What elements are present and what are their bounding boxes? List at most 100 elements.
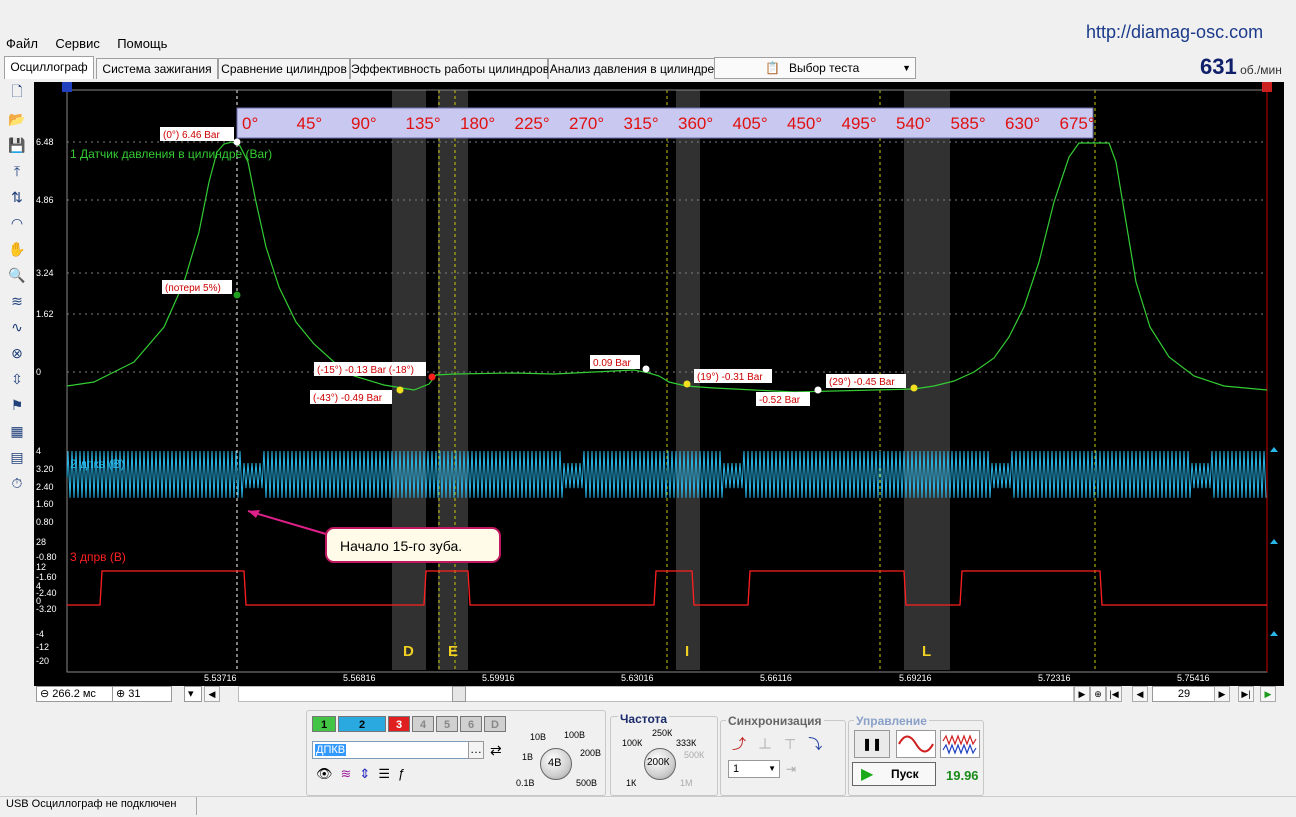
marker-letter: L [922, 643, 931, 660]
tab-cylinder-compare[interactable]: Сравнение цилиндров [218, 58, 350, 79]
marker-icon[interactable]: ⊗ [6, 342, 28, 364]
angle-scale-label: 0° [242, 114, 258, 133]
time-scrollbar-thumb[interactable] [452, 686, 466, 702]
menu-help[interactable]: Помощь [117, 36, 167, 51]
test-select[interactable]: 📋 Выбор теста ▼ [714, 57, 916, 79]
channel-2-button[interactable]: 2 [338, 716, 386, 732]
channel-browse-button[interactable]: … [468, 741, 484, 759]
menu-file[interactable]: Файл [6, 36, 38, 51]
frame-number[interactable]: 29 [1152, 686, 1216, 702]
channel-marker-right [1262, 82, 1272, 92]
chevron-down-icon: ▼ [768, 764, 776, 773]
single-wave-button[interactable] [896, 730, 936, 758]
scale-arrows-icon[interactable]: ⇕ [359, 766, 378, 781]
sync-rising-icon[interactable]: ⤴ [732, 736, 758, 752]
oscilloscope-plot[interactable]: 6.48 4.86 3.24 1.62 0 4 3.20 2.40 1.60 0.80 28 -0.8… [34, 82, 1284, 686]
channel-name-input[interactable]: ДПКВ [312, 741, 484, 759]
formula-icon[interactable]: ƒ [398, 766, 413, 781]
sync-up-icon[interactable]: ⊥ [758, 736, 784, 752]
last-frame-button[interactable]: ▶| [1238, 686, 1254, 702]
start-button[interactable]: ▶ Пуск [852, 762, 936, 786]
scroll-left-button[interactable]: ◀ [204, 686, 220, 702]
channel-name-value: ДПКВ [315, 744, 347, 756]
filter-wave-icon[interactable]: ≋ [341, 766, 360, 781]
angle-scale-label: 180° [460, 114, 495, 133]
channel-2-label: 2 дпкв (В) [70, 457, 124, 471]
zoom-icon[interactable]: 🔍 [6, 264, 28, 286]
tab-pressure-analysis[interactable]: Анализ давления в цилиндре [548, 58, 716, 79]
open-folder-icon[interactable]: 📂 [6, 108, 28, 130]
plus-icon[interactable]: ⊕ [116, 688, 125, 700]
angle-scale-label: 675° [1060, 114, 1095, 133]
tab-oscilloscope[interactable]: Осциллограф [4, 56, 94, 79]
filter-icon[interactable]: ≋ [6, 290, 28, 312]
y-axis-label: 1.62 [36, 309, 54, 319]
y-axis-label: -3.20 [36, 604, 57, 614]
color-settings-icon[interactable]: ⚑ [6, 394, 28, 416]
site-url[interactable]: http://diamag-osc.com [1086, 22, 1263, 43]
align-icon[interactable]: ⇳ [6, 368, 28, 390]
angle-scale-label: 450° [787, 114, 822, 133]
x-axis-label: 5.75416 [1177, 673, 1210, 683]
measure-point [910, 384, 918, 392]
tab-cylinder-efficiency[interactable]: Эффективность работы цилиндров [350, 58, 549, 79]
channel-d-button[interactable]: D [484, 716, 506, 732]
prev-frame-button[interactable]: ◀ [1132, 686, 1148, 702]
channel-6-button[interactable]: 6 [460, 716, 482, 732]
pressure-analysis-icon[interactable]: ◠ [6, 212, 28, 234]
tab-ignition[interactable]: Система зажигания [96, 58, 218, 79]
y-axis-label: 6.48 [36, 137, 54, 147]
y-axis-label: -0.80 [36, 552, 57, 562]
cursor-measure-icon[interactable]: ⇅ [6, 186, 28, 208]
table-icon[interactable]: ▤ [6, 446, 28, 468]
measure-point [814, 386, 822, 394]
visibility-icon[interactable]: 👁 [316, 766, 341, 781]
scroll-right-button[interactable]: ▶ [1074, 686, 1090, 702]
auto-scale-icon[interactable]: ⤒ [6, 160, 28, 182]
first-frame-button[interactable]: |◀ [1106, 686, 1122, 702]
line-style-icon[interactable]: ☰ [378, 766, 398, 781]
angle-scale-label: 495° [842, 114, 877, 133]
channel-swap-icon[interactable]: ⇄ [490, 742, 502, 759]
sine-wave-icon [898, 735, 934, 753]
channel-5-button[interactable]: 5 [436, 716, 458, 732]
timebase-count[interactable]: ⊕ 31 [112, 686, 172, 702]
sync-down-icon[interactable]: ⊤ [784, 736, 808, 752]
timebase-dropdown[interactable]: ▾ [184, 686, 202, 702]
y-axis-label: 4 [36, 446, 41, 456]
minus-icon[interactable]: ⊖ [40, 688, 49, 700]
marker-band [392, 90, 426, 670]
play-frames-button[interactable]: ▶ [1260, 686, 1276, 702]
time-scrollbar[interactable] [238, 686, 1074, 702]
timebase-control[interactable]: ⊖ 266.2 мс [36, 686, 116, 702]
angle-scale-label: 585° [951, 114, 986, 133]
next-frame-button[interactable]: ▶ [1214, 686, 1230, 702]
y-axis-label: 2.40 [36, 482, 54, 492]
continuous-wave-button[interactable] [940, 730, 980, 758]
voltage-knob[interactable]: 4В [540, 748, 572, 780]
new-file-icon[interactable]: 🗋 [6, 82, 28, 104]
waveform-icon[interactable]: ∿ [6, 316, 28, 338]
frequency-label-333k: 333К [676, 738, 697, 748]
sync-arrows-icon[interactable]: ⇥ [786, 762, 796, 776]
frequency-knob-value: 200К [647, 757, 670, 768]
sync-group [720, 720, 846, 796]
channel-4-button[interactable]: 4 [412, 716, 434, 732]
marker-band [904, 90, 950, 670]
hand-pan-icon[interactable]: ✋ [6, 238, 28, 260]
channel-level-marker [1270, 539, 1278, 544]
test-select-label: Выбор теста [789, 61, 860, 75]
sync-channel-select[interactable]: 1 ▼ [728, 760, 780, 778]
y-axis-label: 1.60 [36, 499, 54, 509]
add-frame-button[interactable]: ⊕ [1090, 686, 1106, 702]
screen-split-icon[interactable]: ▦ [6, 420, 28, 442]
frequency-knob[interactable]: 200К [644, 748, 676, 780]
callout-arrow [247, 510, 327, 535]
channel-1-button[interactable]: 1 [312, 716, 336, 732]
channel-3-button[interactable]: 3 [388, 716, 410, 732]
menu-service[interactable]: Сервис [55, 36, 100, 51]
sync-auto-icon[interactable]: ⤵ [808, 736, 834, 752]
auto-time-icon[interactable]: ⏱ [6, 472, 28, 494]
pause-button[interactable]: ❚❚ [854, 730, 890, 758]
save-icon[interactable]: 💾 [6, 134, 28, 156]
